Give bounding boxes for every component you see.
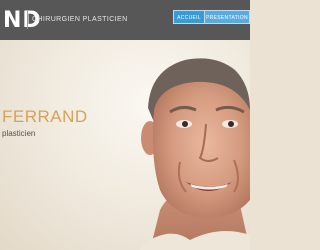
header-divider: [27, 11, 28, 29]
surgeon-portrait: [140, 58, 250, 250]
surgeon-name: FERRAND: [2, 107, 88, 126]
nav-item-accueil[interactable]: ACCUEIL: [173, 10, 205, 24]
site-header: ND CHIRURGIEN PLASTICIEN ACCUEIL PRESENT…: [0, 0, 250, 40]
site-tagline: CHIRURGIEN PLASTICIEN: [32, 16, 128, 23]
nav-item-presentation[interactable]: PRESENTATION: [205, 10, 250, 24]
surgeon-role: plasticien: [2, 129, 36, 138]
main-nav: ACCUEIL PRESENTATION: [173, 10, 250, 24]
hero-banner: FERRAND plasticien: [0, 40, 250, 250]
